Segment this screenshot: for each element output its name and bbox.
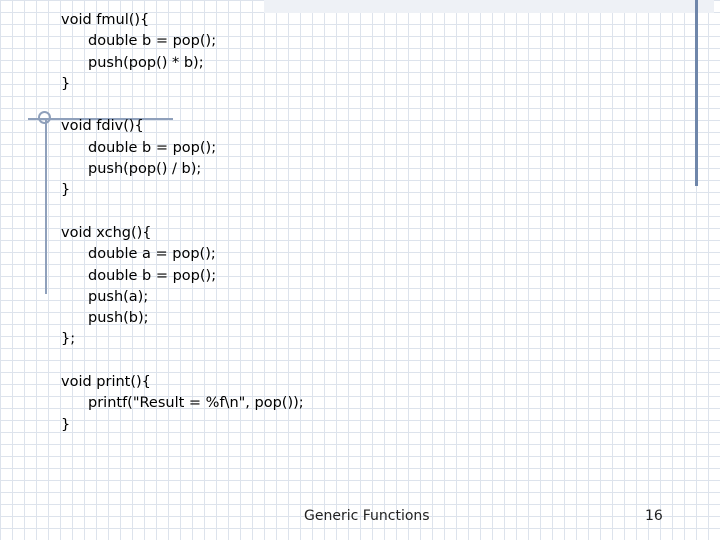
page-number: 16 [645, 508, 663, 524]
code-line: void fmul(){ [61, 12, 150, 28]
code-block: void fdiv(){ double b = pop(); push(pop() … [61, 116, 304, 201]
code-line: push(pop() / b); [88, 161, 202, 178]
code-line: double a = pop(); [88, 246, 216, 263]
code-line: void xchg(){ [61, 224, 152, 241]
code-line: printf("Result = %f\n", pop()); [88, 395, 304, 412]
code-line: } [61, 416, 71, 433]
code-line: } [61, 75, 71, 92]
code-block: void fmul(){ double b = pop(); push(pop() … [61, 10, 304, 95]
footer-title: Generic Functions [304, 508, 430, 524]
code-line: push(b); [88, 310, 149, 327]
code-block: void print(){ printf("Result = %f\n", pop… [61, 372, 304, 436]
code-line: double b = pop(); [88, 267, 217, 284]
decorative-circle [38, 111, 51, 124]
code-line: } [61, 182, 71, 199]
code-line: }; [61, 331, 76, 348]
code-line: double b = pop(); [88, 139, 217, 156]
decorative-top-bar [264, 0, 714, 13]
code-listing: void fmul(){ double b = pop(); push(pop() … [61, 10, 304, 436]
code-line: push(pop() * b); [88, 54, 204, 71]
decorative-vertical-line-left [45, 118, 47, 294]
code-block: void xchg(){ double a = pop(); double b = … [61, 223, 304, 351]
code-line: void fdiv(){ [61, 118, 144, 135]
code-line: double b = pop(); [88, 33, 217, 50]
decorative-vertical-line-right [695, 0, 698, 186]
code-line: void print(){ [61, 374, 151, 391]
code-line: push(a); [88, 288, 149, 305]
